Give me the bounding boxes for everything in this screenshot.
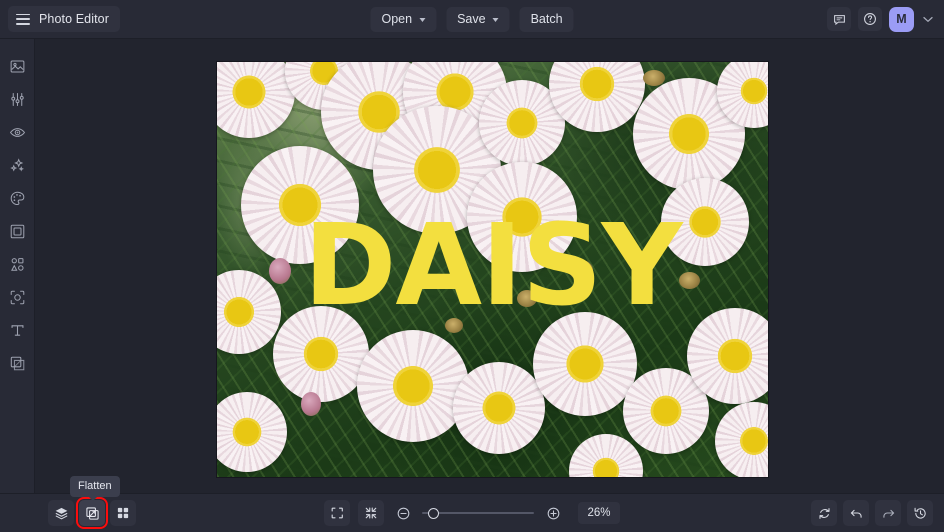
account-menu-button[interactable] <box>921 9 935 29</box>
avatar-initial: M <box>896 12 906 26</box>
blend-icon <box>9 355 26 372</box>
sidebar-item-text-tool[interactable] <box>0 314 35 347</box>
zoom-out-icon <box>396 506 411 521</box>
save-button[interactable]: Save <box>446 7 510 32</box>
app-title: Photo Editor <box>39 12 109 26</box>
sidebar-item-adjust-tool[interactable] <box>0 83 35 116</box>
flatten-button[interactable] <box>79 500 105 526</box>
undo-icon <box>849 506 864 521</box>
sidebar-item-retouch-tool[interactable] <box>0 116 35 149</box>
eye-icon <box>9 124 26 141</box>
grid-icon <box>116 506 130 520</box>
grid-button[interactable] <box>110 500 136 526</box>
overlay-icon <box>9 289 26 306</box>
fit-to-screen-button[interactable] <box>324 500 350 526</box>
zoom-in-button[interactable] <box>542 502 564 524</box>
chevron-down-icon <box>923 16 933 23</box>
hamburger-icon <box>16 14 30 25</box>
zoom-slider-handle[interactable] <box>428 508 439 519</box>
shapes-icon <box>9 256 26 273</box>
bottom-bar: 26% <box>0 493 944 532</box>
question-circle-icon <box>863 12 877 26</box>
frame-icon <box>9 223 26 240</box>
sidebar-item-frame-tool[interactable] <box>0 215 35 248</box>
daisy-flower <box>357 330 469 442</box>
layers-button[interactable] <box>48 500 74 526</box>
canvas-area[interactable]: DAISY <box>35 39 944 493</box>
comment-icon <box>833 13 846 26</box>
reset-button[interactable] <box>811 500 837 526</box>
zoom-level-value[interactable]: 26% <box>578 502 620 524</box>
sidebar-item-effects-tool[interactable] <box>0 149 35 182</box>
sidebar-item-image-tool[interactable] <box>0 50 35 83</box>
open-button[interactable]: Open <box>370 7 436 32</box>
photo-overlay-text[interactable]: DAISY <box>217 210 768 322</box>
layers-icon <box>54 506 69 521</box>
history-button[interactable] <box>907 500 933 526</box>
flatten-icon <box>85 506 100 521</box>
photo-canvas[interactable]: DAISY <box>217 62 768 477</box>
flower-bud <box>301 392 321 416</box>
zoom-controls: 26% <box>324 500 620 526</box>
open-button-label: Open <box>381 12 412 26</box>
help-button[interactable] <box>858 7 882 31</box>
sidebar-item-shapes-tool[interactable] <box>0 248 35 281</box>
left-toolbar <box>0 39 35 493</box>
flatten-tooltip: Flatten <box>70 476 120 497</box>
undo-button[interactable] <box>843 500 869 526</box>
zoom-slider[interactable] <box>422 500 534 526</box>
daisy-flower <box>453 362 545 454</box>
seed-head <box>643 70 665 86</box>
text-icon <box>9 322 26 339</box>
history-controls <box>811 500 933 526</box>
topbar-center-actions: Open Save Batch <box>370 7 573 32</box>
batch-button[interactable]: Batch <box>520 7 574 32</box>
fit-to-selection-button[interactable] <box>358 500 384 526</box>
sidebar-item-overlay-tool[interactable] <box>0 281 35 314</box>
avatar[interactable]: M <box>889 7 914 32</box>
chevron-down-icon <box>493 18 499 22</box>
chevron-down-icon <box>419 18 425 22</box>
zoom-out-button[interactable] <box>392 502 414 524</box>
sparkles-icon <box>9 157 26 174</box>
save-button-label: Save <box>457 12 486 26</box>
palette-icon <box>9 190 26 207</box>
sidebar-item-color-tool[interactable] <box>0 182 35 215</box>
sliders-icon <box>9 91 26 108</box>
image-icon <box>9 58 26 75</box>
app-menu-button[interactable]: Photo Editor <box>8 6 120 32</box>
feedback-button[interactable] <box>827 7 851 31</box>
redo-button[interactable] <box>875 500 901 526</box>
fit-to-screen-icon <box>330 506 344 520</box>
reset-icon <box>817 506 832 521</box>
bottom-left-tools <box>48 500 136 526</box>
top-bar: Photo Editor Open Save Batch <box>0 0 944 39</box>
fit-to-selection-icon <box>364 506 378 520</box>
history-icon <box>913 506 928 521</box>
topbar-right-actions: M <box>827 7 935 32</box>
redo-icon <box>881 506 896 521</box>
sidebar-item-blend-tool[interactable] <box>0 347 35 380</box>
batch-button-label: Batch <box>531 12 563 26</box>
zoom-in-icon <box>546 506 561 521</box>
